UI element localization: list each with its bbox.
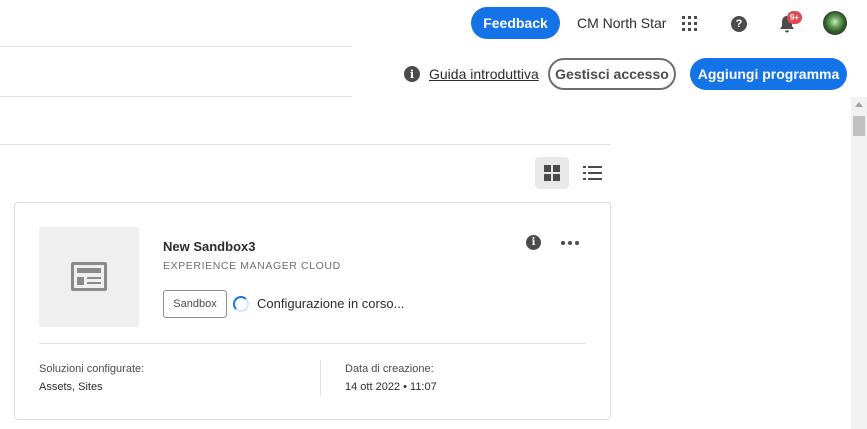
list-view-icon[interactable]	[583, 163, 603, 183]
grid-view-icon	[544, 165, 560, 181]
manage-access-button[interactable]: Gestisci accesso	[548, 58, 676, 90]
more-actions-icon[interactable]	[561, 240, 579, 246]
info-icon: i	[404, 66, 420, 82]
solutions-value: Assets, Sites	[39, 381, 103, 393]
web-page-icon	[71, 262, 107, 291]
avatar[interactable]	[823, 11, 847, 35]
notification-badge: 9+	[787, 11, 802, 24]
card-divider	[39, 343, 586, 344]
card-column-divider	[320, 360, 321, 396]
program-type-tag: Sandbox	[163, 290, 227, 318]
help-icon[interactable]: ?	[731, 16, 747, 32]
getting-started-link[interactable]: Guida introduttiva	[429, 66, 539, 82]
subheader-divider	[0, 96, 352, 97]
apps-icon[interactable]	[682, 16, 698, 32]
scrollbar-thumb[interactable]	[853, 116, 865, 136]
created-label: Data di creazione:	[345, 363, 434, 375]
app-root: Feedback CM North Star ? 9+ i Guida intr…	[0, 0, 867, 429]
program-info-icon[interactable]: i	[526, 235, 541, 250]
org-switcher[interactable]: CM North Star	[577, 15, 666, 31]
loading-spinner-icon	[233, 296, 249, 312]
scroll-up-icon[interactable]	[855, 102, 863, 107]
scrollbar[interactable]	[851, 97, 867, 429]
program-name[interactable]: New Sandbox3	[163, 239, 255, 254]
created-value: 14 ott 2022 • 11:07	[345, 381, 437, 393]
add-program-button[interactable]: Aggiungi programma	[690, 58, 847, 90]
content-divider	[0, 144, 611, 145]
program-status: Configurazione in corso...	[257, 296, 405, 311]
solutions-label: Soluzioni configurate:	[39, 363, 145, 375]
program-product: EXPERIENCE MANAGER CLOUD	[163, 260, 341, 272]
grid-view-button[interactable]	[535, 157, 569, 189]
feedback-button[interactable]: Feedback	[471, 7, 560, 39]
